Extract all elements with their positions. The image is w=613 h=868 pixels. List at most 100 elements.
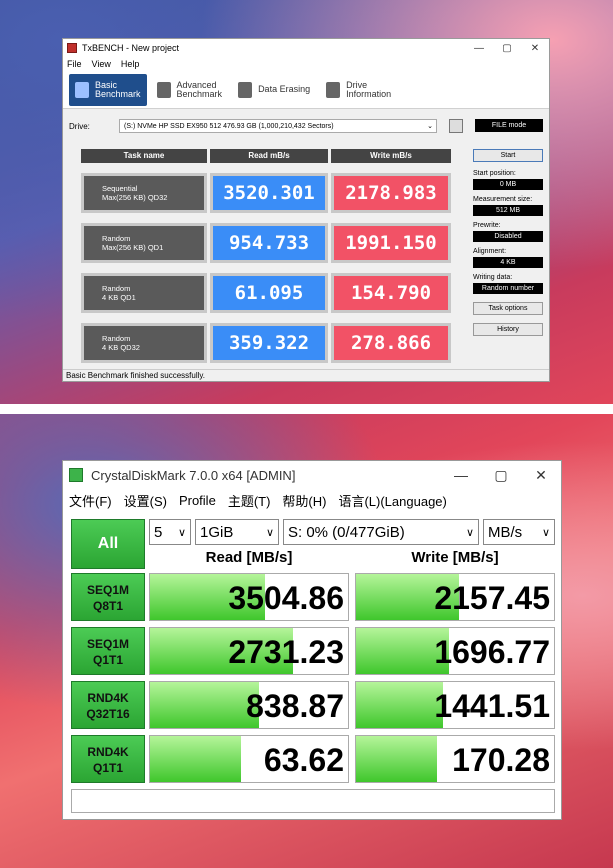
read-bar [150,736,242,782]
write-cell: 170.28 [355,735,555,783]
drive-value: (S:) NVMe HP SSD EX950 512 476.93 GB (1,… [124,122,334,130]
menu-view[interactable]: View [92,59,111,69]
read-value: 359.322 [210,323,328,363]
header-write: Write mB/s [331,149,451,163]
alignment-value[interactable]: 4 KB [473,257,543,268]
read-value: 61.095 [210,273,328,313]
results-grid: Task name Read mB/s Write mB/s Sequentia… [81,149,455,363]
writing-data-label: Writing data: [473,274,513,281]
menu-file[interactable]: 文件(F) [69,491,112,510]
read-value: 2731.23 [228,634,344,670]
task-params: Max(256 KB) QD32 [102,193,168,202]
start-button[interactable]: Start [473,149,543,162]
header-read: Read mB/s [210,149,328,163]
read-value: 954.733 [210,223,328,263]
history-button[interactable]: History [473,323,543,336]
task-type: Random [102,334,131,343]
maximize-button[interactable]: ▢ [481,467,521,484]
prewrite-label: Prewrite: [473,222,501,229]
prewrite-value[interactable]: Disabled [473,231,543,242]
menu-language[interactable]: 语言(L)(Language) [338,491,446,510]
cdm-titlebar: CrystalDiskMark 7.0.0 x64 [ADMIN] — ▢ ✕ [63,461,561,489]
start-position-value[interactable]: 0 MB [473,179,543,190]
result-row: RND4K Q1T1 63.62 170.28 [71,735,555,783]
write-value: 2157.45 [434,580,550,616]
menu-theme[interactable]: 主题(T) [228,491,271,510]
read-value: 63.62 [263,742,344,778]
task-type: Random [102,234,131,243]
chevron-down-icon: ∨ [177,526,186,539]
read-value: 3520.301 [210,173,328,213]
close-button[interactable]: ✕ [521,467,561,484]
read-cell: 2731.23 [149,627,349,675]
test-name: SEQ1M [86,637,129,651]
task-params: 4 KB QD1 [102,293,136,302]
maximize-button[interactable]: ▢ [493,43,521,54]
test-button[interactable]: RND4K Q1T1 [71,735,145,783]
cdm-title: CrystalDiskMark 7.0.0 x64 [ADMIN] [91,467,296,483]
write-cell: 1696.77 [355,627,555,675]
image-divider [0,404,613,414]
menu-settings[interactable]: 设置(S) [124,491,167,510]
read-cell: 63.62 [149,735,349,783]
tab-advanced-benchmark[interactable]: Advanced Benchmark [151,74,229,106]
count-value: 5 [154,523,163,541]
task-cell: Random 4 KB QD32 [81,323,207,363]
close-button[interactable]: ✕ [521,43,549,54]
task-params: 4 KB QD32 [102,343,140,352]
drive-select[interactable]: S: 0% (0/477GiB) ∨ [283,519,479,545]
tab-drive-information[interactable]: Drive Information [320,74,397,106]
minimize-button[interactable]: — [441,467,481,484]
task-cell: Random Max(256 KB) QD1 [81,223,207,263]
test-params: Q32T16 [86,707,130,721]
write-value: 1696.77 [434,634,550,670]
test-name: RND4K [87,691,129,705]
test-button[interactable]: SEQ1M Q8T1 [71,573,145,621]
read-cell: 838.87 [149,681,349,729]
task-type: Random [102,284,131,293]
test-button[interactable]: SEQ1M Q1T1 [71,627,145,675]
task-type: Sequential [102,184,138,193]
drive-value: S: 0% (0/477GiB) [288,523,405,541]
count-select[interactable]: 5 ∨ [149,519,191,545]
test-name: RND4K [87,745,129,759]
size-select[interactable]: 1GiB ∨ [195,519,279,545]
measurement-size-value[interactable]: 512 MB [473,205,543,216]
chevron-down-icon: ∨ [265,526,274,539]
task-cell: Random 4 KB QD1 [81,273,207,313]
write-value: 154.790 [331,273,451,313]
file-mode-badge: FILE mode [475,119,543,132]
comment-field[interactable] [71,789,555,813]
write-value: 1991.150 [331,223,451,263]
txbench-window: TxBENCH - New project — ▢ ✕ File View He… [62,38,550,382]
unit-value: MB/s [488,523,523,541]
read-cell: 3504.86 [149,573,349,621]
unit-select[interactable]: MB/s ∨ [483,519,555,545]
task-options-button[interactable]: Task options [473,302,543,315]
test-button[interactable]: RND4K Q32T16 [71,681,145,729]
result-row: Sequential Max(256 KB) QD32 3520.301 2178… [81,173,455,213]
menu-file[interactable]: File [67,59,82,69]
drive-icon [326,81,341,98]
tab-basic-benchmark[interactable]: Basic Benchmark [69,73,147,106]
write-value: 170.28 [452,742,550,778]
result-row: Random Max(256 KB) QD1 954.733 1991.150 [81,223,455,263]
menu-profile[interactable]: Profile [179,493,216,508]
result-row: Random 4 KB QD32 359.322 278.866 [81,323,455,363]
menu-help[interactable]: 帮助(H) [282,491,326,510]
tab-data-erasing[interactable]: Data Erasing [232,74,316,106]
write-value: 2178.983 [331,173,451,213]
chevron-down-icon: ∨ [541,526,550,539]
writing-data-value[interactable]: Random number [473,283,543,294]
bar-chart-icon [156,81,171,98]
drive-select[interactable]: (S:) NVMe HP SSD EX950 512 476.93 GB (1,… [119,119,437,133]
refresh-icon[interactable] [449,119,463,133]
all-button[interactable]: All [71,519,145,569]
menu-help[interactable]: Help [121,59,140,69]
cdm-app-icon [69,468,83,482]
test-name: SEQ1M [86,583,129,597]
drive-row: Drive: (S:) NVMe HP SSD EX950 512 476.93… [69,119,437,133]
tab-erasing-label: Data Erasing [258,84,311,94]
minimize-button[interactable]: — [465,43,493,54]
write-cell: 1441.51 [355,681,555,729]
